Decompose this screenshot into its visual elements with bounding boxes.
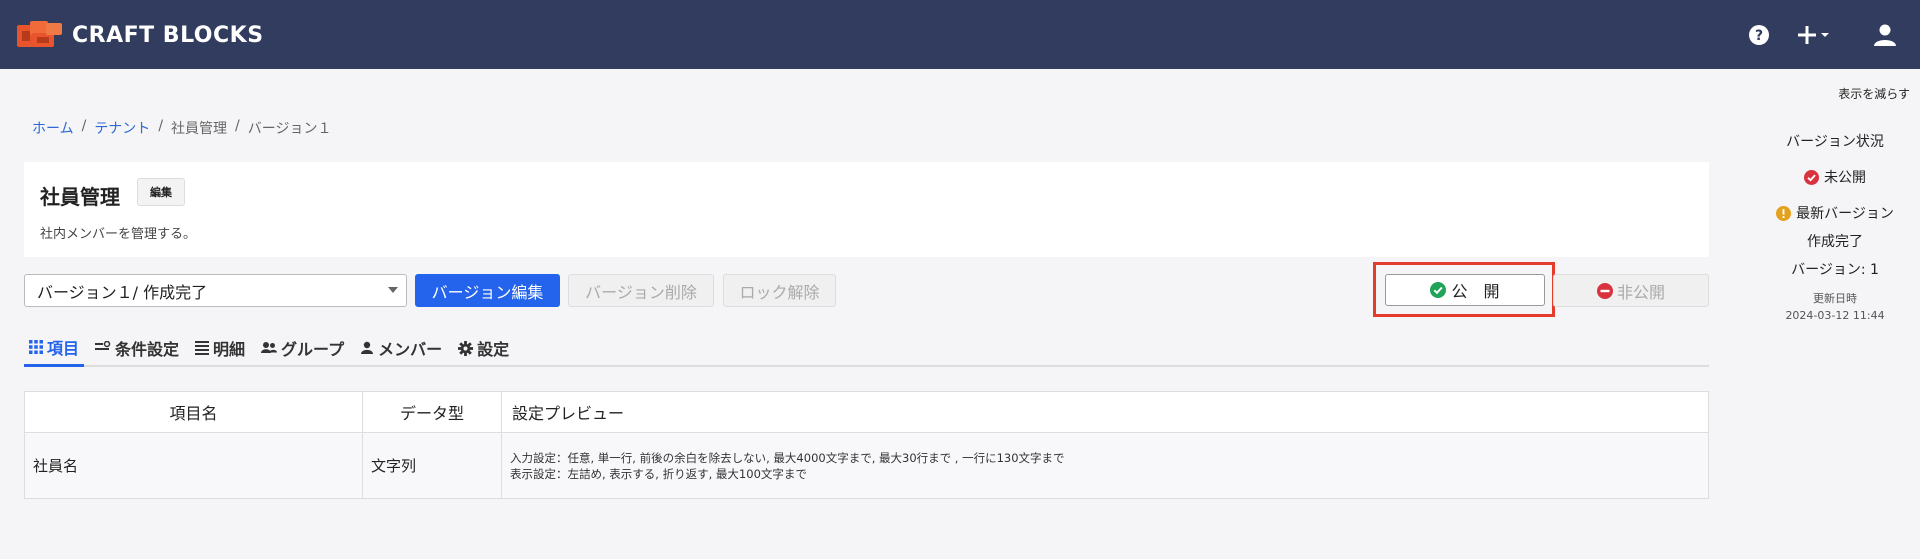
latest-version-label: 最新バージョン (1796, 206, 1894, 222)
logo-text: CRAFT BLOCKS (72, 22, 264, 48)
breadcrumb-tenant[interactable]: テナント (94, 118, 150, 138)
tab-bar: 項目 条件設定 明細 グループ メンバー 設定 (24, 329, 1709, 367)
column-header-field-name: 項目名 (25, 392, 363, 432)
publish-label: 公 開 (1451, 282, 1500, 301)
cell-field-name: 社員名 (25, 433, 363, 498)
unpublish-label: 非公開 (1616, 282, 1665, 302)
breadcrumb-employee-management: 社員管理 (171, 121, 228, 137)
tab-items[interactable]: 項目 (24, 329, 85, 367)
warning-icon (1776, 205, 1792, 221)
cell-data-type: 文字列 (363, 433, 502, 498)
edit-button[interactable]: 編集 (137, 178, 185, 206)
page-title: 社員管理 (40, 185, 120, 209)
tab-conditions[interactable]: 条件設定 (90, 329, 184, 367)
version-delete-button[interactable]: バージョン削除 (568, 274, 714, 307)
table-header-row: 項目名 データ型 設定プレビュー (25, 392, 1708, 433)
tab-members[interactable]: メンバー (355, 329, 447, 367)
person-icon (361, 341, 374, 354)
preview-input-settings: 入力設定：任意, 単一行, 前後の余白を除去しない, 最大4000文字まで, 最… (510, 450, 1065, 465)
version-select[interactable]: バージョン１/ 作成完了 (24, 274, 407, 307)
collapse-panel-link[interactable]: 表示を減らす (1838, 85, 1910, 102)
latest-version-label-line: 最新バージョン (1740, 202, 1920, 224)
breadcrumb-home[interactable]: ホーム (32, 118, 74, 138)
tab-groups[interactable]: グループ (256, 329, 349, 367)
check-circle-icon (1430, 282, 1447, 298)
fields-table: 項目名 データ型 設定プレビュー 社員名 文字列 入力設定：任意, 単一行, 前… (24, 391, 1709, 499)
breadcrumb-version: バージョン１ (247, 121, 332, 137)
help-icon[interactable]: ? (1746, 20, 1772, 50)
grid-icon (29, 339, 43, 354)
add-menu-button[interactable] (1794, 20, 1834, 50)
tab-label: 条件設定 (115, 340, 180, 359)
version-status-panel: バージョン状況 未公開 最新バージョン 作成完了 バージョン: 1 更新日時 2… (1740, 130, 1920, 324)
chevron-down-icon (388, 287, 398, 293)
tab-label: 項目 (47, 338, 80, 358)
breadcrumb: ホーム / テナント / 社員管理 / バージョン１ (32, 118, 331, 138)
group-icon (261, 342, 278, 353)
updated-at: 2024-03-12 11:44 (1785, 309, 1885, 322)
publish-button[interactable]: 公 開 (1385, 274, 1545, 306)
plus-icon (1798, 26, 1829, 44)
version-select-value: バージョン１/ 作成完了 (37, 282, 208, 302)
column-header-data-type: データ型 (363, 392, 502, 432)
tab-label: グループ (281, 340, 345, 359)
preview-display-settings: 表示設定：左詰め, 表示する, 折り返す, 最大100文字まで (510, 466, 807, 481)
version-edit-button[interactable]: バージョン編集 (415, 274, 560, 307)
status-title: バージョン状況 (1786, 134, 1884, 150)
svg-text:?: ? (1755, 28, 1763, 44)
tab-label: メンバー (378, 340, 443, 359)
latest-version-state: 作成完了 (1807, 234, 1863, 250)
unpublish-button[interactable]: 非公開 (1553, 274, 1709, 307)
updated-label: 更新日時 (1813, 292, 1857, 305)
tab-details[interactable]: 明細 (190, 329, 250, 367)
unlock-button[interactable]: ロック解除 (723, 274, 836, 307)
status-badge: 未公開 (1740, 166, 1920, 188)
table-row[interactable]: 社員名 文字列 入力設定：任意, 単一行, 前後の余白を除去しない, 最大400… (25, 433, 1708, 498)
gear-icon (458, 340, 474, 356)
condition-icon (95, 341, 111, 350)
logo-blocks-icon (17, 21, 62, 47)
breadcrumb-separator: / (235, 118, 240, 134)
check-circle-icon (1804, 169, 1819, 185)
top-bar: CRAFT BLOCKS ? (0, 0, 1920, 69)
logo[interactable]: CRAFT BLOCKS (16, 18, 264, 52)
status-text: 未公開 (1824, 170, 1866, 186)
page-header-card: 社員管理 編集 社内メンバーを管理する。 (24, 162, 1709, 257)
minus-circle-icon (1596, 282, 1613, 299)
column-header-preview: 設定プレビュー (512, 404, 625, 423)
tab-settings[interactable]: 設定 (453, 329, 514, 367)
tab-label: 明細 (213, 340, 246, 359)
user-icon[interactable] (1870, 20, 1900, 50)
version-number: バージョン: 1 (1791, 262, 1879, 278)
breadcrumb-separator: / (81, 118, 87, 134)
page-description: 社内メンバーを管理する。 (40, 227, 197, 242)
list-icon (195, 341, 210, 355)
tab-label: 設定 (477, 340, 510, 359)
breadcrumb-separator: / (158, 118, 164, 134)
cell-preview: 入力設定：任意, 単一行, 前後の余白を除去しない, 最大4000文字まで, 最… (502, 433, 1708, 498)
